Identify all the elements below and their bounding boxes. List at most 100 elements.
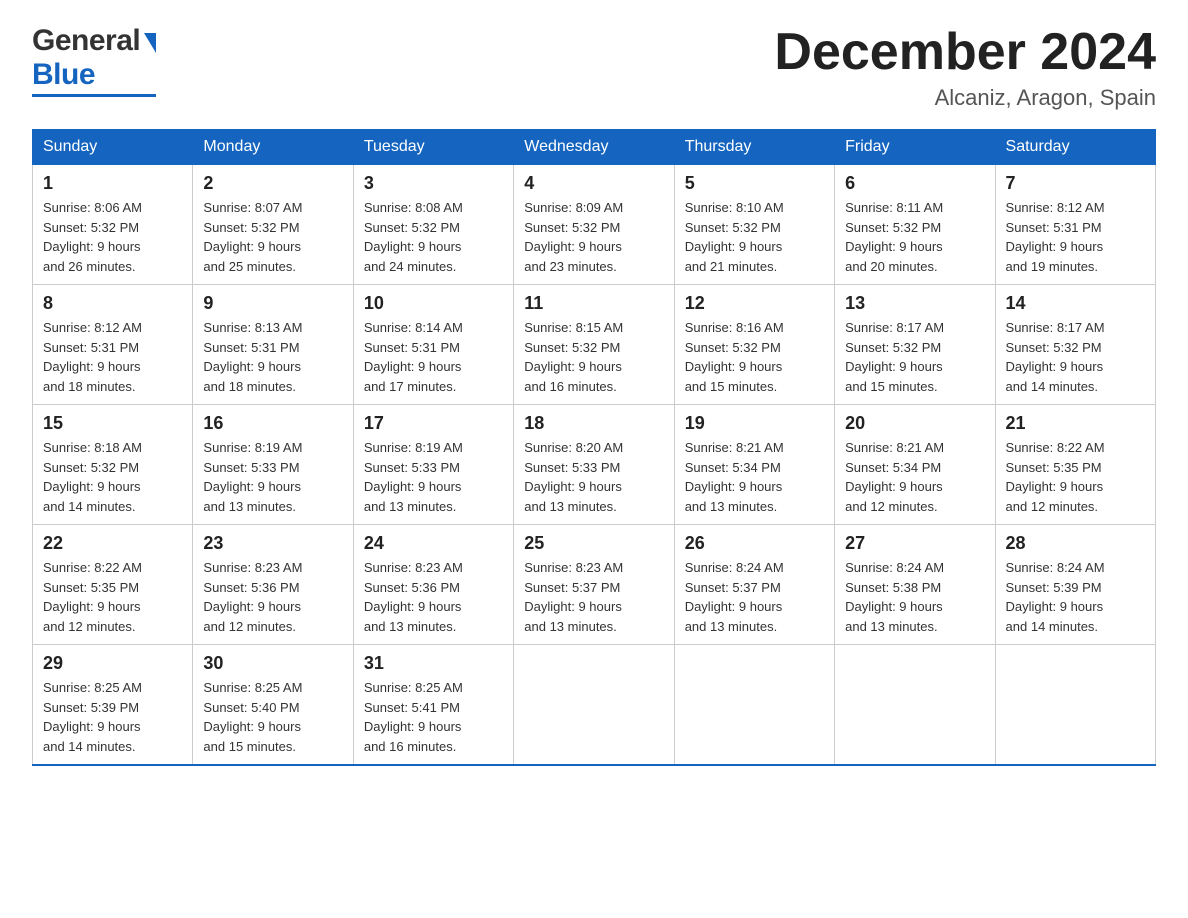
day-number: 17 [364,413,503,434]
day-number: 24 [364,533,503,554]
calendar-cell: 8 Sunrise: 8:12 AMSunset: 5:31 PMDaylight… [33,285,193,405]
day-info: Sunrise: 8:17 AMSunset: 5:32 PMDaylight:… [845,318,984,396]
logo-general-text: General [32,24,140,58]
calendar-cell: 15Sunrise: 8:18 AMSunset: 5:32 PMDayligh… [33,405,193,525]
day-number: 21 [1006,413,1145,434]
day-number: 22 [43,533,182,554]
calendar-cell: 2 Sunrise: 8:07 AMSunset: 5:32 PMDaylight… [193,165,353,285]
calendar-cell: 1Sunrise: 8:06 AMSunset: 5:32 PMDaylight… [33,165,193,285]
day-info: Sunrise: 8:25 AMSunset: 5:39 PMDaylight:… [43,678,182,756]
calendar-cell: 9Sunrise: 8:13 AMSunset: 5:31 PMDaylight… [193,285,353,405]
logo: General Blue [32,24,156,97]
day-info: Sunrise: 8:22 AMSunset: 5:35 PMDaylight:… [43,558,182,636]
calendar-cell: 20Sunrise: 8:21 AMSunset: 5:34 PMDayligh… [835,405,995,525]
logo-blue-text: Blue [32,58,95,91]
calendar-cell [514,645,674,766]
calendar-cell: 14Sunrise: 8:17 AMSunset: 5:32 PMDayligh… [995,285,1155,405]
logo-arrow-icon [144,33,156,53]
day-number: 4 [524,173,663,194]
day-number: 2 [203,173,342,194]
calendar-week-row: 8 Sunrise: 8:12 AMSunset: 5:31 PMDaylight… [33,285,1156,405]
day-info: Sunrise: 8:22 AMSunset: 5:35 PMDaylight:… [1006,438,1145,516]
day-number: 10 [364,293,503,314]
day-info: Sunrise: 8:10 AMSunset: 5:32 PMDaylight:… [685,198,824,276]
day-info: Sunrise: 8:12 AMSunset: 5:31 PMDaylight:… [1006,198,1145,276]
day-number: 29 [43,653,182,674]
calendar-cell: 12 Sunrise: 8:16 AMSunset: 5:32 PMDayligh… [674,285,834,405]
day-info: Sunrise: 8:25 AMSunset: 5:41 PMDaylight:… [364,678,503,756]
calendar-cell: 26Sunrise: 8:24 AMSunset: 5:37 PMDayligh… [674,525,834,645]
calendar-cell: 21 Sunrise: 8:22 AMSunset: 5:35 PMDayligh… [995,405,1155,525]
day-info: Sunrise: 8:18 AMSunset: 5:32 PMDaylight:… [43,438,182,516]
day-info: Sunrise: 8:19 AMSunset: 5:33 PMDaylight:… [203,438,342,516]
weekday-header-thursday: Thursday [674,130,834,165]
day-number: 14 [1006,293,1145,314]
day-info: Sunrise: 8:09 AMSunset: 5:32 PMDaylight:… [524,198,663,276]
calendar-table: SundayMondayTuesdayWednesdayThursdayFrid… [32,129,1156,766]
day-number: 6 [845,173,984,194]
day-info: Sunrise: 8:16 AMSunset: 5:32 PMDaylight:… [685,318,824,396]
day-number: 27 [845,533,984,554]
day-info: Sunrise: 8:19 AMSunset: 5:33 PMDaylight:… [364,438,503,516]
calendar-cell: 28 Sunrise: 8:24 AMSunset: 5:39 PMDayligh… [995,525,1155,645]
page-header: General Blue December 2024 Alcaniz, Arag… [32,24,1156,111]
calendar-location: Alcaniz, Aragon, Spain [774,85,1156,111]
calendar-cell: 29 Sunrise: 8:25 AMSunset: 5:39 PMDayligh… [33,645,193,766]
day-info: Sunrise: 8:15 AMSunset: 5:32 PMDaylight:… [524,318,663,396]
calendar-cell: 11 Sunrise: 8:15 AMSunset: 5:32 PMDayligh… [514,285,674,405]
calendar-cell: 18Sunrise: 8:20 AMSunset: 5:33 PMDayligh… [514,405,674,525]
day-info: Sunrise: 8:13 AMSunset: 5:31 PMDaylight:… [203,318,342,396]
calendar-cell: 13 Sunrise: 8:17 AMSunset: 5:32 PMDayligh… [835,285,995,405]
day-info: Sunrise: 8:23 AMSunset: 5:36 PMDaylight:… [203,558,342,636]
day-info: Sunrise: 8:07 AMSunset: 5:32 PMDaylight:… [203,198,342,276]
weekday-header-tuesday: Tuesday [353,130,513,165]
day-number: 7 [1006,173,1145,194]
day-number: 1 [43,173,182,194]
calendar-cell [835,645,995,766]
day-number: 28 [1006,533,1145,554]
calendar-cell: 10Sunrise: 8:14 AMSunset: 5:31 PMDayligh… [353,285,513,405]
title-section: December 2024 Alcaniz, Aragon, Spain [774,24,1156,111]
day-number: 5 [685,173,824,194]
calendar-cell [995,645,1155,766]
calendar-cell: 17 Sunrise: 8:19 AMSunset: 5:33 PMDayligh… [353,405,513,525]
day-info: Sunrise: 8:21 AMSunset: 5:34 PMDaylight:… [685,438,824,516]
day-info: Sunrise: 8:12 AMSunset: 5:31 PMDaylight:… [43,318,182,396]
calendar-cell: 24 Sunrise: 8:23 AMSunset: 5:36 PMDayligh… [353,525,513,645]
calendar-cell: 30Sunrise: 8:25 AMSunset: 5:40 PMDayligh… [193,645,353,766]
day-info: Sunrise: 8:24 AMSunset: 5:38 PMDaylight:… [845,558,984,636]
weekday-header-saturday: Saturday [995,130,1155,165]
weekday-header-monday: Monday [193,130,353,165]
calendar-week-row: 1Sunrise: 8:06 AMSunset: 5:32 PMDaylight… [33,165,1156,285]
calendar-cell: 3Sunrise: 8:08 AMSunset: 5:32 PMDaylight… [353,165,513,285]
day-number: 8 [43,293,182,314]
day-info: Sunrise: 8:23 AMSunset: 5:36 PMDaylight:… [364,558,503,636]
calendar-title: December 2024 [774,24,1156,81]
calendar-cell: 27 Sunrise: 8:24 AMSunset: 5:38 PMDayligh… [835,525,995,645]
day-number: 16 [203,413,342,434]
weekday-header-friday: Friday [835,130,995,165]
calendar-cell: 22 Sunrise: 8:22 AMSunset: 5:35 PMDayligh… [33,525,193,645]
weekday-header-wednesday: Wednesday [514,130,674,165]
day-number: 23 [203,533,342,554]
weekday-header-sunday: Sunday [33,130,193,165]
calendar-cell: 4 Sunrise: 8:09 AMSunset: 5:32 PMDaylight… [514,165,674,285]
day-info: Sunrise: 8:24 AMSunset: 5:39 PMDaylight:… [1006,558,1145,636]
calendar-week-row: 15Sunrise: 8:18 AMSunset: 5:32 PMDayligh… [33,405,1156,525]
calendar-cell: 25Sunrise: 8:23 AMSunset: 5:37 PMDayligh… [514,525,674,645]
day-number: 31 [364,653,503,674]
calendar-cell: 5 Sunrise: 8:10 AMSunset: 5:32 PMDaylight… [674,165,834,285]
day-number: 20 [845,413,984,434]
day-info: Sunrise: 8:11 AMSunset: 5:32 PMDaylight:… [845,198,984,276]
day-number: 19 [685,413,824,434]
day-number: 13 [845,293,984,314]
logo-underline [32,94,156,97]
calendar-cell: 6 Sunrise: 8:11 AMSunset: 5:32 PMDaylight… [835,165,995,285]
day-number: 12 [685,293,824,314]
day-number: 11 [524,293,663,314]
day-number: 3 [364,173,503,194]
day-info: Sunrise: 8:23 AMSunset: 5:37 PMDaylight:… [524,558,663,636]
day-info: Sunrise: 8:25 AMSunset: 5:40 PMDaylight:… [203,678,342,756]
calendar-week-row: 22 Sunrise: 8:22 AMSunset: 5:35 PMDayligh… [33,525,1156,645]
calendar-week-row: 29 Sunrise: 8:25 AMSunset: 5:39 PMDayligh… [33,645,1156,766]
